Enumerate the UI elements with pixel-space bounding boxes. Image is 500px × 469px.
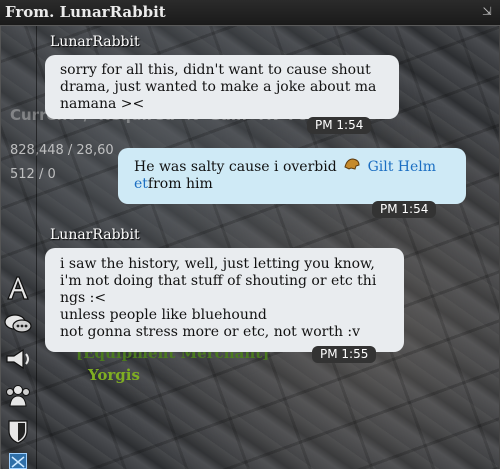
message-bubble[interactable]: i saw the history, well, just letting yo… (45, 248, 404, 352)
message-text: from him (147, 176, 213, 192)
message-line: sorry for all this, didn't want to cause… (60, 62, 371, 78)
message-sender: LunarRabbit (50, 227, 140, 243)
message-timestamp: PM 1:55 (312, 346, 377, 363)
message-timestamp: PM 1:54 (307, 117, 372, 134)
message-timestamp: PM 1:54 (372, 201, 437, 218)
message-line: i saw the history, well, just letting yo… (60, 256, 375, 272)
message-text: He was salty cause i overbid (134, 159, 337, 175)
item-link[interactable]: et (134, 176, 148, 192)
message-line: not gonna stress more or etc, not worth … (60, 324, 361, 340)
message-sender: LunarRabbit (50, 34, 140, 50)
window-title: From. LunarRabbit (5, 3, 166, 21)
sidebar-divider (36, 26, 37, 469)
message-line: ngs :< (60, 290, 107, 306)
message-line: drama, just wanted to make a joke about … (60, 79, 377, 95)
text-size-icon[interactable] (4, 274, 32, 302)
message-bubble[interactable]: He was salty cause i overbid Gilt Helm e… (118, 148, 466, 204)
guild-shield-icon[interactable] (4, 417, 32, 445)
message-line: i'm not doing that stuff of shouting or … (60, 273, 377, 289)
message-line: namana >< (60, 96, 145, 112)
megaphone-icon[interactable] (4, 345, 32, 373)
item-link[interactable]: Gilt Helm (368, 159, 436, 175)
helmet-item-icon[interactable] (341, 157, 363, 176)
group-icon[interactable] (4, 381, 32, 409)
close-mini-button[interactable] (9, 453, 27, 469)
title-bar[interactable]: From. LunarRabbit ⇲ (0, 0, 500, 26)
message-line: unless people like bluehound (60, 307, 267, 323)
message-bubble[interactable]: sorry for all this, didn't want to cause… (45, 55, 399, 119)
resize-icon[interactable]: ⇲ (482, 4, 496, 18)
chat-bubbles-icon[interactable] (4, 310, 32, 338)
